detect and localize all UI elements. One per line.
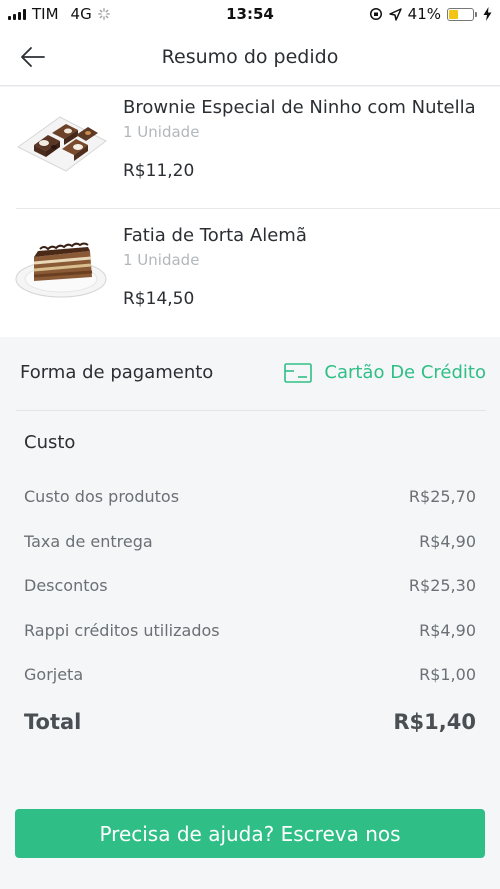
section-divider xyxy=(16,410,486,411)
loading-spinner-icon xyxy=(97,8,110,20)
cost-value: R$4,90 xyxy=(419,621,476,640)
cost-label: Custo dos produtos xyxy=(24,487,180,506)
product-quantity: 1 Unidade xyxy=(123,251,200,269)
cost-label: Taxa de entrega xyxy=(24,532,153,551)
brownie-plate-image xyxy=(17,116,107,172)
battery-percent: 41% xyxy=(407,5,441,23)
cost-value: R$25,30 xyxy=(408,576,476,595)
total-label: Total xyxy=(24,710,82,734)
header-bar: Resumo do pedido xyxy=(0,28,500,86)
product-item: Brownie Especial de Ninho com Nutella 1 … xyxy=(0,87,500,208)
total-row: Total R$1,40 xyxy=(24,710,476,734)
orientation-lock-icon xyxy=(369,7,382,21)
arrow-left-icon xyxy=(21,47,45,67)
product-list: Brownie Especial de Ninho com Nutella 1 … xyxy=(0,87,500,337)
battery-icon xyxy=(447,7,477,21)
cost-value: R$1,00 xyxy=(419,665,476,684)
product-price: R$14,50 xyxy=(123,289,195,309)
back-button[interactable] xyxy=(14,40,52,74)
cost-label: Gorjeta xyxy=(24,665,84,684)
cake-slice-plate-image xyxy=(15,242,107,298)
cost-label: Rappi créditos utilizados xyxy=(24,621,220,640)
total-value: R$1,40 xyxy=(393,710,476,734)
status-left: TIM 4G xyxy=(8,5,110,23)
product-name: Fatia de Torta Alemã xyxy=(123,225,307,246)
payment-label: Forma de pagamento xyxy=(20,362,214,383)
cost-row-discounts: Descontos R$25,30 xyxy=(24,576,476,595)
cost-row-products: Custo dos produtos R$25,70 xyxy=(24,487,476,506)
cost-value: R$25,70 xyxy=(408,487,476,506)
cost-value: R$4,90 xyxy=(419,532,476,551)
product-price: R$11,20 xyxy=(123,161,195,181)
product-quantity: 1 Unidade xyxy=(123,123,200,141)
payment-row: Forma de pagamento Cartão De Crédito xyxy=(0,340,500,410)
payment-method-label: Cartão De Crédito xyxy=(324,362,486,383)
carrier-name: TIM xyxy=(32,5,59,23)
cost-label: Descontos xyxy=(24,576,108,595)
network-type: 4G xyxy=(70,5,92,23)
cost-title: Custo xyxy=(24,432,76,453)
credit-card-icon xyxy=(284,362,313,383)
location-arrow-icon xyxy=(388,7,402,21)
cost-row-delivery: Taxa de entrega R$4,90 xyxy=(24,532,476,551)
page-title: Resumo do pedido xyxy=(161,46,339,68)
status-right: 41% xyxy=(369,5,492,23)
product-name: Brownie Especial de Ninho com Nutella xyxy=(123,97,476,118)
product-list-end xyxy=(0,329,500,337)
cost-row-tip: Gorjeta R$1,00 xyxy=(24,665,476,684)
status-bar: TIM 4G 13:54 41% xyxy=(0,0,500,28)
product-item: Fatia de Torta Alemã 1 Unidade R$14,50 xyxy=(15,208,500,329)
charging-bolt-icon xyxy=(483,7,492,21)
cost-row-credits: Rappi créditos utilizados R$4,90 xyxy=(24,621,476,640)
help-button[interactable]: Precisa de ajuda? Escreva nos xyxy=(15,809,485,858)
signal-icon xyxy=(8,8,26,20)
payment-method-button[interactable]: Cartão De Crédito xyxy=(284,362,486,383)
